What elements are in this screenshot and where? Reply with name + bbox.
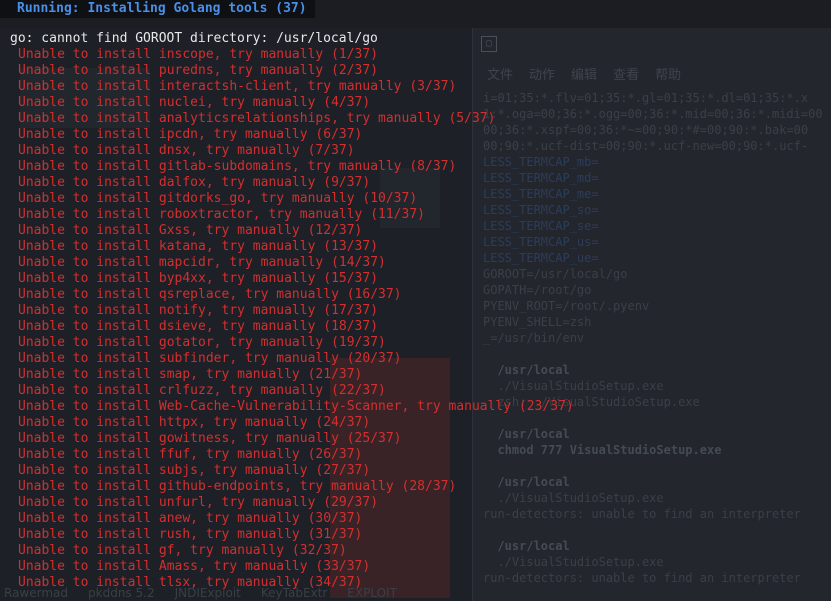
install-error-line: Unable to install Gxss, try manually (12… [18,223,363,238]
taskbar-item[interactable]: pkddns 5.2 [88,585,155,601]
install-error-line: Unable to install crlfuzz, try manually … [18,383,386,398]
install-error-line: Unable to install subfinder, try manuall… [18,351,402,366]
install-error-line: Unable to install gowitness, try manuall… [18,431,402,446]
install-error-line: Unable to install qsreplace, try manuall… [18,287,402,302]
install-error-line: Unable to install anew, try manually (30… [18,511,363,526]
install-error-line: Unable to install dnsx, try manually (7/… [18,143,355,158]
install-error-line: Unable to install smap, try manually (21… [18,367,363,382]
install-error-line: Unable to install httpx, try manually (2… [18,415,371,430]
goroot-error: go: cannot find GOROOT directory: /usr/l… [10,31,378,46]
running-status: Running: Installing Golang tools (37) [0,0,315,18]
install-error-line: Unable to install ipcdn, try manually (6… [18,127,363,142]
install-error-line: Unable to install unfurl, try manually (… [18,495,379,510]
install-error-line: Unable to install gitlab-subdomains, try… [18,159,457,174]
install-error-line: Unable to install dalfox, try manually (… [18,175,371,190]
install-error-line: Unable to install interactsh-client, try… [18,79,457,94]
taskbar-item[interactable]: EXPLOIT [347,585,397,601]
taskbar-item[interactable]: KeyTabExtr [261,585,327,601]
install-error-line: Unable to install subjs, try manually (2… [18,463,371,478]
install-error-line: Unable to install dsieve, try manually (… [18,319,379,334]
install-error-line: Unable to install puredns, try manually … [18,63,379,78]
install-error-line: Unable to install analyticsrelationships… [18,111,496,126]
install-error-line: Unable to install notify, try manually (… [18,303,379,318]
taskbar-item[interactable]: Rawermad [4,585,68,601]
install-error-line: Unable to install ffuf, try manually (26… [18,447,363,462]
install-error-line: Unable to install nuclei, try manually (… [18,95,371,110]
install-error-line: Unable to install gf, try manually (32/3… [18,543,347,558]
terminal-output: Running: Installing Golang tools (37) go… [0,0,831,601]
install-error-line: Unable to install inscope, try manually … [18,47,379,62]
install-error-line: Unable to install Web-Cache-Vulnerabilit… [18,399,574,414]
taskbar-item[interactable]: JNDIExploit [175,585,241,601]
install-error-line: Unable to install Amass, try manually (3… [18,559,371,574]
install-error-line: Unable to install gitdorks_go, try manua… [18,191,418,206]
install-error-line: Unable to install mapcidr, try manually … [18,255,386,270]
install-error-list: Unable to install inscope, try manually … [18,47,574,591]
install-error-line: Unable to install roboxtractor, try manu… [18,207,425,222]
install-error-line: Unable to install rush, try manually (31… [18,527,363,542]
install-error-line: Unable to install katana, try manually (… [18,239,379,254]
install-error-line: Unable to install gotator, try manually … [18,335,386,350]
install-error-line: Unable to install byp4xx, try manually (… [18,271,379,286]
taskbar: Rawermad pkddns 5.2 JNDIExploit KeyTabExtr E… [0,585,476,601]
install-error-line: Unable to install github-endpoints, try … [18,479,457,494]
